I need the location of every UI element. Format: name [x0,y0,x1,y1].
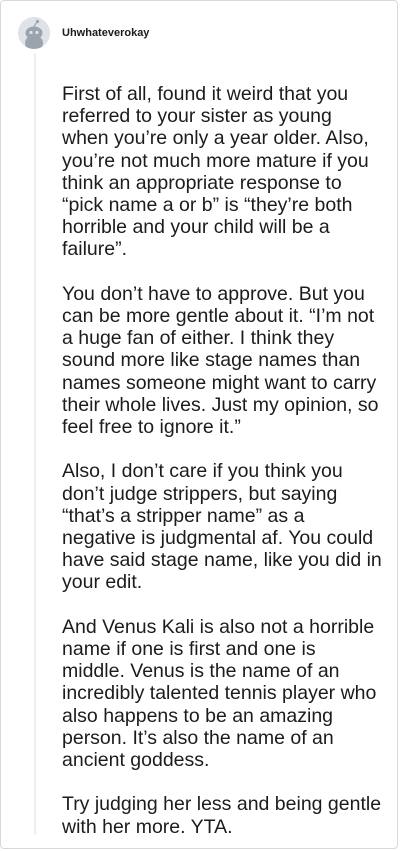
comment-paragraph: Also, I don’t care if you think you don’… [62,460,382,594]
comment-header: Uhwhateverokay [18,17,149,49]
comment-paragraph: Try judging her less and being gentle wi… [62,793,382,838]
comment-paragraph: You don’t have to approve. But you can b… [62,282,379,439]
comment-paragraph: First of all, found it weird that you re… [62,83,369,261]
snoo-avatar-icon[interactable] [18,17,50,49]
comment-author[interactable]: Uhwhateverokay [62,27,149,39]
comment-body: First of all, found it weird that you re… [62,83,382,838]
comment-paragraph: And Venus Kali is also not a horrible na… [62,615,377,772]
thread-collapse-line[interactable] [34,53,36,835]
comment-card: Uhwhateverokay First of all, found it we… [0,0,398,849]
